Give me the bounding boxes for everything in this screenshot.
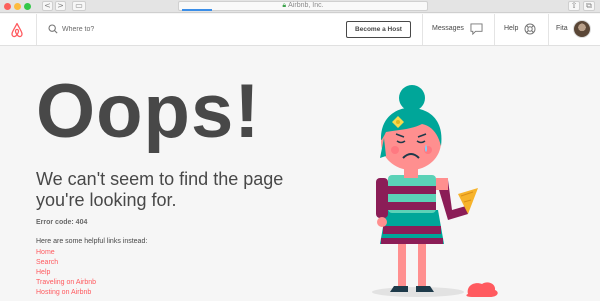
link-traveling[interactable]: Traveling on Airbnb [36,279,96,286]
not-found-message: We can't seem to find the page you're lo… [36,169,284,210]
address-bar-site: Airbnb, Inc. [288,2,324,9]
become-host-button[interactable]: Become a Host [346,21,411,38]
site-header: Become a Host Messages Help Fita [0,14,600,46]
header-divider [36,14,37,45]
link-home[interactable]: Home [36,249,55,256]
helpful-links-list: Home Search Help Traveling on Airbnb Hos… [36,248,96,298]
list-item: Hosting on Airbnb [36,288,96,298]
link-search[interactable]: Search [36,259,58,266]
list-item: Traveling on Airbnb [36,278,96,288]
share-icon[interactable]: ⇧ [568,1,580,11]
lock-icon: 🔒︎ [282,2,287,9]
list-item: Help [36,268,96,278]
list-item: Home [36,248,96,258]
close-window-button[interactable] [4,3,11,10]
messages-link[interactable]: Messages [432,25,464,32]
address-bar[interactable]: 🔒︎ Airbnb, Inc. [178,1,428,11]
back-button[interactable]: < [42,1,53,11]
search-input[interactable] [62,22,262,36]
search-icon [48,24,58,34]
avatar[interactable] [573,20,591,38]
browser-toolbar: < > ▭ 🔒︎ Airbnb, Inc. ⇧ ⧉ [0,0,600,13]
zoom-window-button[interactable] [24,3,31,10]
chat-bubble-icon[interactable] [470,23,483,35]
lifebuoy-icon[interactable] [524,23,536,35]
page-load-progress [182,9,212,11]
airbnb-logo-icon[interactable] [10,22,24,38]
sidebar-toggle-icon[interactable]: ▭ [72,1,86,11]
dropped-ice-cream-illustration [372,85,498,297]
user-name[interactable]: Fita [556,25,568,32]
list-item: Search [36,258,96,268]
help-link[interactable]: Help [504,25,518,32]
helpful-links-intro: Here are some helpful links instead: [36,238,148,245]
page-headline: Oops! [36,69,261,154]
link-hosting[interactable]: Hosting on Airbnb [36,289,91,296]
header-divider [548,14,549,45]
forward-button[interactable]: > [55,1,66,11]
link-help[interactable]: Help [36,269,50,276]
error-code: Error code: 404 [36,219,88,226]
header-divider [422,14,423,45]
minimize-window-button[interactable] [14,3,21,10]
tabs-icon[interactable]: ⧉ [583,1,595,11]
header-divider [494,14,495,45]
